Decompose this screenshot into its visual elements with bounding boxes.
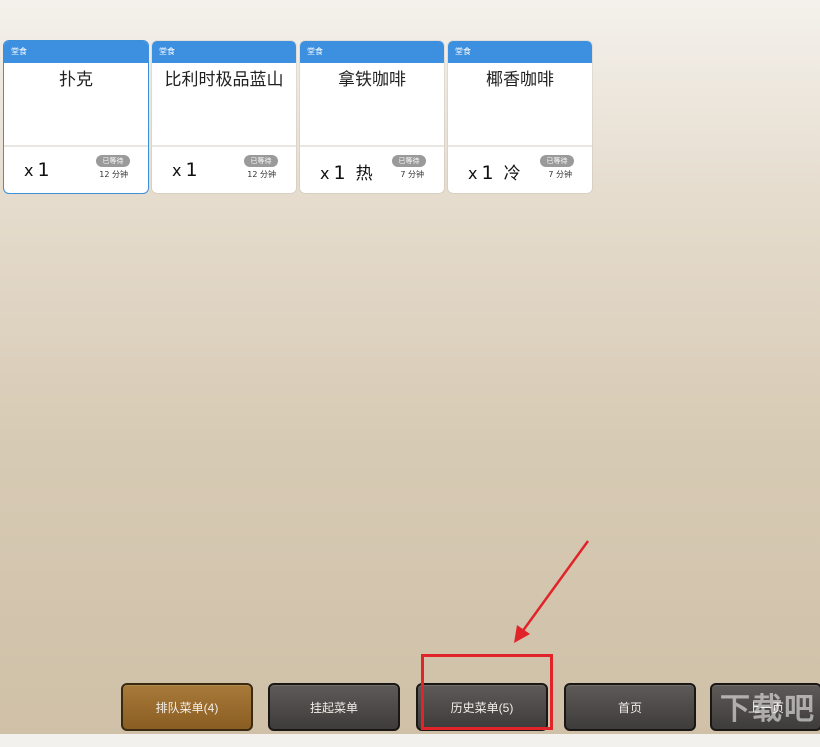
pointer-arrow-icon — [514, 540, 590, 643]
watermark-logo: 下载吧 — [720, 692, 816, 727]
